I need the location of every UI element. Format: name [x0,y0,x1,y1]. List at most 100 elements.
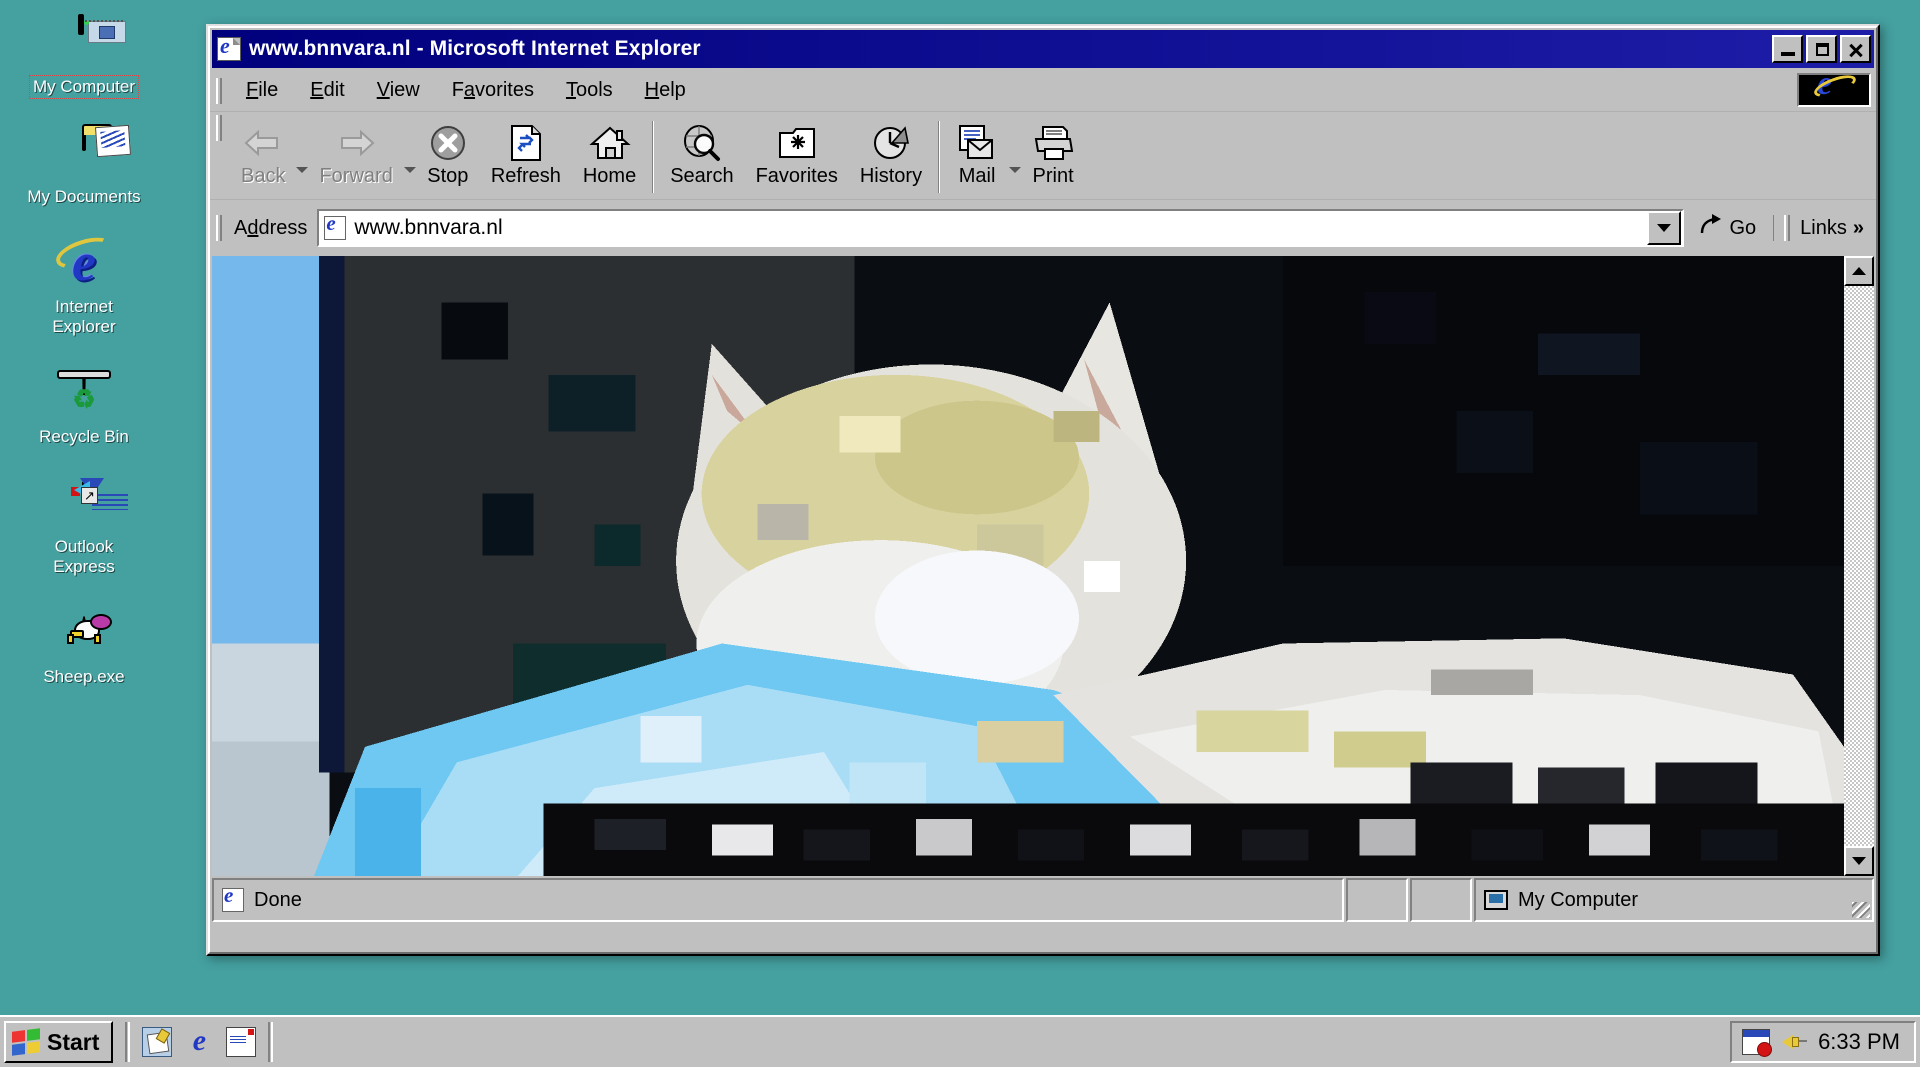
photo-pixels [212,256,1844,876]
status-pane-3 [1410,878,1472,922]
vertical-scrollbar[interactable] [1844,256,1874,876]
print-label: Print [1032,165,1074,187]
refresh-button[interactable]: Refresh [480,115,572,199]
history-button[interactable]: History [849,115,933,199]
favorites-star-icon [777,122,817,164]
zone-text: My Computer [1518,888,1639,911]
desktop-icon-outlook-express[interactable]: ↗ Outlook Express [0,468,168,580]
system-tray: 6:33 PM [1730,1021,1916,1063]
resize-grip[interactable] [1852,902,1870,918]
windows-flag-icon [12,1028,40,1056]
mail-dropdown[interactable] [1009,115,1022,199]
internet-explorer-window[interactable]: www.bnnvara.nl - Microsoft Internet Expl… [206,24,1880,956]
page-content-area[interactable] [212,256,1874,876]
refresh-icon [509,122,543,164]
my-documents-folder-icon [0,124,168,186]
taskbar[interactable]: Start e 6:33 PM [0,1015,1920,1067]
minimize-button[interactable] [1772,35,1803,63]
history-label: History [859,165,923,187]
my-computer-icon [0,14,168,76]
scrollbar-track[interactable] [1844,286,1874,846]
menu-item-edit[interactable]: Edit [294,75,360,106]
home-button[interactable]: Home [572,115,647,199]
security-zone-pane[interactable]: My Computer [1474,878,1874,922]
outlook-express-icon[interactable] [226,1027,257,1057]
recycle-bin-icon: ♻ [0,364,168,426]
back-arrow-icon [243,122,283,164]
addressbar-grip[interactable] [216,215,222,241]
desktop-icon-internet-explorer[interactable]: e Internet Explorer [0,228,168,340]
internet-explorer-page-icon [217,33,241,61]
close-button[interactable] [1840,35,1871,63]
menubar-grip[interactable] [216,77,222,104]
forward-button[interactable]: Forward [308,115,403,199]
show-desktop-icon[interactable] [142,1027,173,1057]
chevron-down-icon[interactable] [1647,211,1682,245]
back-button[interactable]: Back [230,115,296,199]
forward-dropdown[interactable] [403,115,416,199]
mail-label: Mail [958,165,996,187]
internet-explorer-icon: e [0,231,168,296]
menu-item-help[interactable]: Help [629,75,702,106]
refresh-label: Refresh [490,165,561,187]
menu-bar: File Edit View Favorites Tools Help e [210,70,1876,112]
status-pane-2 [1346,878,1408,922]
desktop[interactable]: My Computer My Documents e Internet Expl… [0,0,1920,1067]
cat-on-keyboard-photo [212,256,1844,876]
desktop-icon-label: Internet Explorer [52,297,116,336]
volume-speaker-icon[interactable] [1780,1029,1808,1055]
menu-item-tools[interactable]: Tools [550,75,629,106]
links-grip[interactable] [1784,215,1791,241]
search-icon [682,122,722,164]
window-title: www.bnnvara.nl - Microsoft Internet Expl… [249,37,701,60]
internet-explorer-animated-logo: e [1797,73,1871,107]
desktop-icon-label: Recycle Bin [39,427,129,446]
chevron-double-right-icon: » [1852,216,1864,239]
start-button[interactable]: Start [4,1021,114,1063]
favorites-button[interactable]: Favorites [745,115,849,199]
menu-item-view[interactable]: View [361,75,436,106]
desktop-icon-label: Sheep.exe [43,667,125,686]
go-button[interactable]: Go [1684,213,1770,243]
history-clock-icon [872,122,910,164]
print-button[interactable]: Print [1021,115,1085,199]
taskbar-clock[interactable]: 6:33 PM [1818,1029,1900,1055]
menu-item-favorites[interactable]: Favorites [436,75,550,106]
desktop-icon-list: My Computer My Documents e Internet Expl… [0,8,168,708]
go-arrow-icon [1698,213,1724,243]
maximize-button[interactable] [1806,35,1837,63]
internet-explorer-icon[interactable]: e [184,1026,214,1057]
stop-icon [429,122,467,164]
address-bar: Address www.bnnvara.nl Go Links » [210,200,1876,256]
printer-icon [1032,122,1074,164]
back-label: Back [241,165,286,187]
scroll-down-arrow-icon[interactable] [1844,846,1874,876]
favorites-label: Favorites [755,165,838,187]
sheep-icon [0,604,168,666]
toolbar-grip[interactable] [216,115,222,141]
address-input[interactable]: www.bnnvara.nl [317,209,1685,247]
outlook-express-icon: ↗ [0,474,168,536]
browser-toolbar: Back Forward Stop Refresh Home Search Fa… [210,112,1876,200]
mail-button[interactable]: Mail [945,115,1009,199]
search-button[interactable]: Search [659,115,744,199]
back-dropdown[interactable] [296,115,309,199]
desktop-icon-label: My Computer [28,75,140,99]
toolbar-separator [652,121,655,193]
scheduled-tasks-icon[interactable] [1742,1029,1773,1057]
desktop-icon-sheep-exe[interactable]: Sheep.exe [0,598,168,690]
desktop-icon-recycle-bin[interactable]: ♻ Recycle Bin [0,358,168,450]
stop-button[interactable]: Stop [416,115,480,199]
status-text: Done [254,888,302,911]
toolbar-separator [938,121,941,193]
scroll-up-arrow-icon[interactable] [1844,256,1874,286]
window-titlebar[interactable]: www.bnnvara.nl - Microsoft Internet Expl… [212,30,1874,68]
links-button[interactable]: Links » [1773,215,1872,241]
menu-item-file[interactable]: File [230,75,294,106]
my-computer-zone-icon [1484,890,1508,910]
desktop-icon-my-computer[interactable]: My Computer [0,8,168,100]
desktop-icon-label: My Documents [27,187,141,206]
stop-label: Stop [427,165,469,187]
desktop-icon-my-documents[interactable]: My Documents [0,118,168,210]
mail-icon [956,122,998,164]
